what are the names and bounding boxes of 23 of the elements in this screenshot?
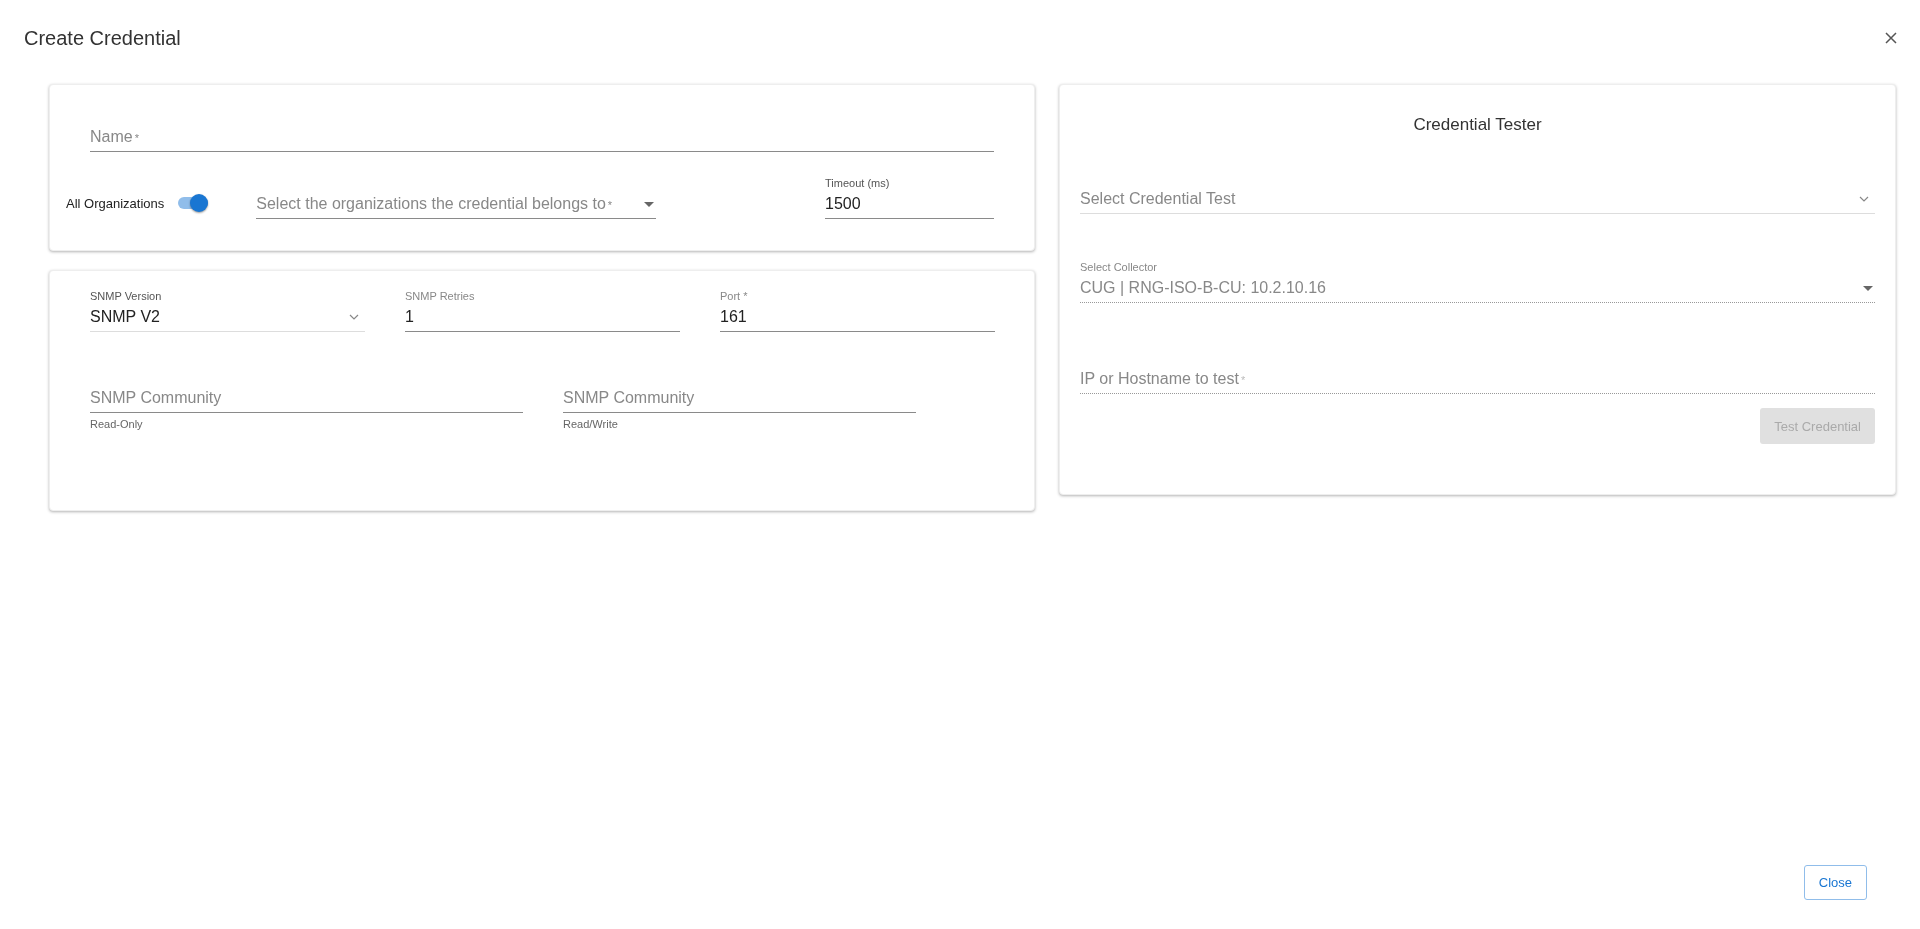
toggle-switch[interactable]	[178, 193, 209, 213]
text-field[interactable]: Port * 161	[720, 289, 995, 332]
chevron-down-icon	[349, 314, 359, 320]
helper-text: Read/Write	[563, 418, 619, 430]
community-field[interactable]: SNMP Community	[563, 384, 916, 413]
helper-text: Read-Only	[90, 418, 144, 430]
name-field[interactable]: Name*	[90, 123, 994, 152]
caret-down-icon	[644, 201, 655, 207]
community-field[interactable]: SNMP Community	[90, 384, 523, 413]
credential-test-select[interactable]: Select Credential Test	[1080, 185, 1875, 214]
card-title: Credential Tester	[1412, 115, 1543, 135]
timeout-field[interactable]: Timeout (ms) 1500	[825, 176, 994, 219]
dialog-title: Create Credential	[24, 26, 181, 50]
hostname-field: IP or Hostname to test*	[1080, 365, 1875, 394]
caret-down-icon	[1863, 285, 1873, 291]
close-button[interactable]: Close	[1803, 865, 1867, 900]
close-icon[interactable]	[1884, 31, 1898, 45]
chevron-down-icon	[1859, 196, 1869, 202]
organizations-select[interactable]: Select the organizations the credential belongs to*	[256, 190, 657, 219]
collector-select: Select Collector CUG | RNG-ISO-B-CU: 10.2.10.16	[1080, 260, 1875, 303]
text-field[interactable]: SNMP Retries 1	[405, 289, 680, 332]
all-organizations-label: All Organizations	[66, 196, 165, 211]
snmp-version-select[interactable]: SNMP Version SNMP V2	[90, 289, 365, 332]
